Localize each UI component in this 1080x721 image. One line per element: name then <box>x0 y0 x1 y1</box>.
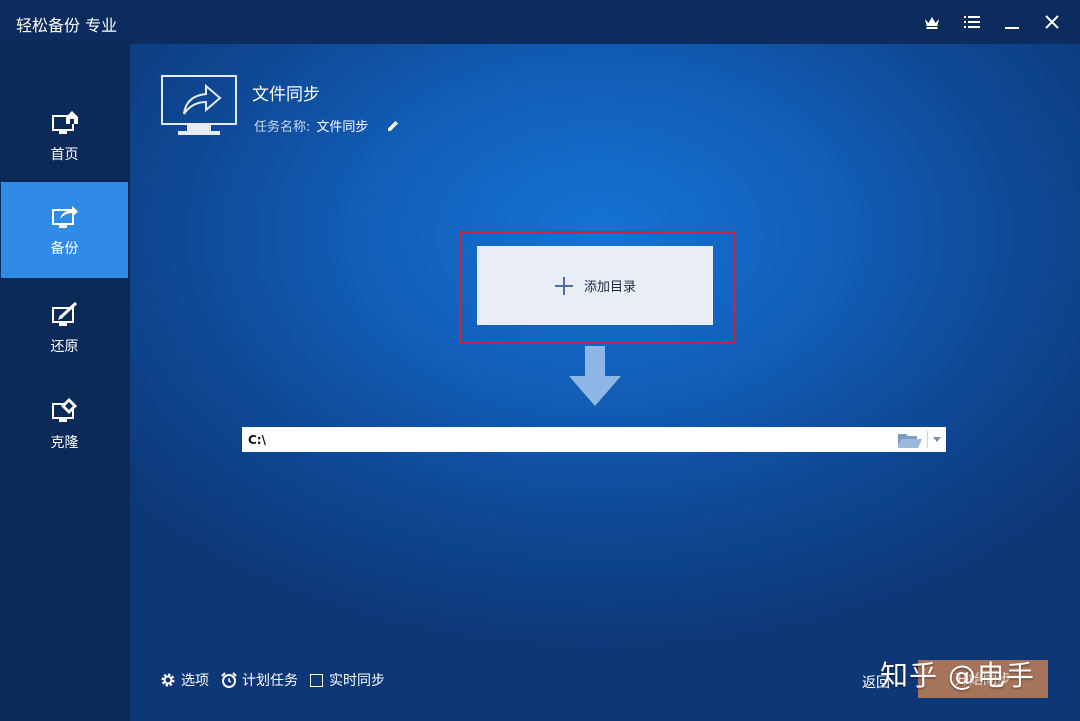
sidebar-item-label: 还原 <box>50 339 79 355</box>
task-name-label: 任务名称: <box>254 120 311 135</box>
checkbox-box <box>310 673 323 687</box>
close-icon[interactable] <box>1034 8 1070 36</box>
folder-open-icon[interactable] <box>897 431 923 449</box>
arrow-down-icon <box>569 346 621 406</box>
main-panel: 文件同步 任务名称: 文件同步 添加目录 C:\ 选项 计划任务 实时同步 返回… <box>130 44 1080 721</box>
gear-icon <box>161 673 175 687</box>
realtime-sync-checkbox[interactable]: 实时同步 <box>310 670 385 690</box>
window-controls <box>914 8 1070 36</box>
destination-path-field <box>242 427 946 452</box>
sidebar-item-restore[interactable]: 还原 <box>1 280 128 376</box>
sidebar-item-label: 首页 <box>50 147 79 163</box>
app-title: 轻松备份 专业 <box>16 16 118 35</box>
chevron-down-icon <box>933 437 941 442</box>
plus-icon <box>554 276 573 295</box>
home-monitor-icon <box>51 111 78 134</box>
schedule-button[interactable]: 计划任务 <box>221 670 298 690</box>
title-bar: 轻松备份 专业 <box>0 0 1080 44</box>
watermark-text: 知乎 @电手 <box>880 659 1035 692</box>
task-name-value: 文件同步 <box>316 120 369 135</box>
sidebar-item-label: 克隆 <box>50 435 79 451</box>
destination-path-input[interactable] <box>242 427 897 452</box>
menu-icon[interactable] <box>954 8 990 36</box>
schedule-label: 计划任务 <box>242 673 298 689</box>
bottom-options-bar: 选项 计划任务 实时同步 <box>160 670 397 690</box>
alarm-clock-icon <box>221 672 237 688</box>
options-label: 选项 <box>181 673 209 689</box>
add-directory-button[interactable]: 添加目录 <box>477 246 713 325</box>
destination-dropdown-button[interactable] <box>928 427 946 452</box>
add-directory-label: 添加目录 <box>583 280 636 295</box>
edit-pencil-icon[interactable] <box>386 119 400 133</box>
sidebar-item-backup[interactable]: 备份 <box>1 182 128 278</box>
minimize-icon[interactable] <box>994 8 1030 36</box>
realtime-sync-label: 实时同步 <box>329 673 385 689</box>
backup-monitor-icon <box>51 206 78 228</box>
sidebar: 首页 备份 还原 克隆 <box>0 44 130 721</box>
page-title: 文件同步 <box>252 85 320 105</box>
file-sync-monitor-icon <box>161 75 237 135</box>
sidebar-item-clone[interactable]: 克隆 <box>1 376 128 472</box>
app-window: 轻松备份 专业 首页 备份 还原 克隆 文件同步 任务名称: 文件同步 添加目录… <box>0 0 1080 721</box>
task-name-row: 任务名称: 文件同步 <box>254 116 400 135</box>
clone-monitor-icon <box>51 398 77 422</box>
options-button[interactable]: 选项 <box>160 670 209 690</box>
sidebar-item-home[interactable]: 首页 <box>1 88 128 184</box>
restore-monitor-icon <box>51 301 77 326</box>
crown-icon[interactable] <box>914 8 950 36</box>
sidebar-item-label: 备份 <box>50 241 79 257</box>
